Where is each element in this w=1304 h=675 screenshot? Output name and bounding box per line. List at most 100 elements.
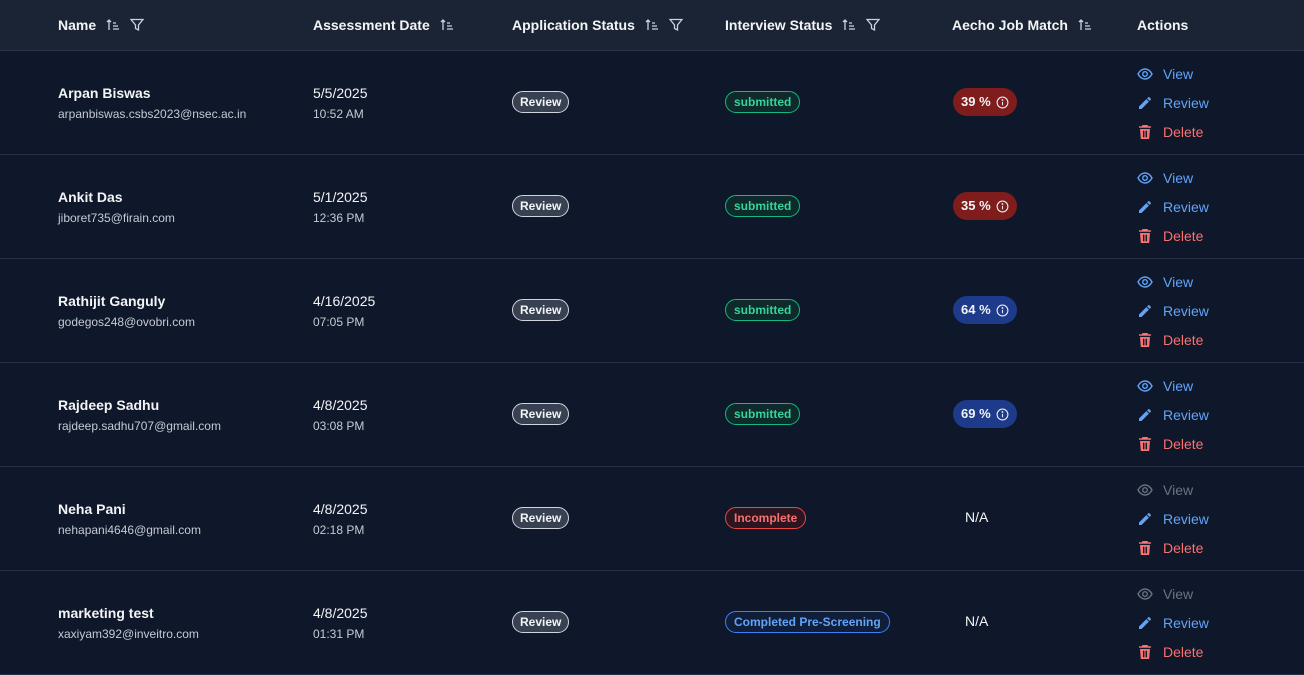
assessment-date-cell: 4/8/2025 03:08 PM xyxy=(313,396,368,434)
column-label: Actions xyxy=(1137,17,1189,33)
job-match-na: N/A xyxy=(965,613,989,629)
info-icon[interactable] xyxy=(996,200,1009,213)
sort-ascending-icon[interactable] xyxy=(106,18,120,32)
trash-icon xyxy=(1139,124,1151,139)
review-button[interactable]: Review xyxy=(1137,608,1209,637)
application-status-badge[interactable]: Review xyxy=(512,91,570,113)
job-match-cell: 64 % xyxy=(953,296,1017,324)
application-status-badge[interactable]: Review xyxy=(512,299,570,321)
view-button[interactable]: View xyxy=(1137,163,1209,192)
interview-status-badge: Completed Pre-Screening xyxy=(725,611,890,633)
job-match-badge[interactable]: 64 % xyxy=(953,296,1017,324)
assessment-date: 4/8/2025 xyxy=(313,501,368,517)
eye-icon xyxy=(1137,275,1153,288)
delete-button[interactable]: Delete xyxy=(1137,325,1209,354)
trash-icon xyxy=(1139,436,1151,451)
job-match-badge[interactable]: 39 % xyxy=(953,88,1017,116)
sort-ascending-icon[interactable] xyxy=(645,18,659,32)
table-row: Ankit Das jiboret735@firain.com 5/1/2025… xyxy=(0,155,1304,259)
assessment-date-cell: 4/16/2025 07:05 PM xyxy=(313,292,375,330)
view-label: View xyxy=(1163,481,1194,498)
candidate-cell: Rajdeep Sadhu rajdeep.sadhu707@gmail.com xyxy=(58,396,221,434)
column-label: Name xyxy=(58,17,97,33)
candidate-name: Rathijit Ganguly xyxy=(58,293,166,309)
table-row: marketing test xaxiyam392@inveitro.com 4… xyxy=(0,571,1304,675)
column-header-application-status: Application Status xyxy=(512,0,683,50)
review-label: Review xyxy=(1163,302,1209,319)
trash-icon xyxy=(1139,228,1151,243)
view-label: View xyxy=(1163,377,1194,394)
application-status-badge[interactable]: Review xyxy=(512,195,570,217)
job-match-cell: 69 % xyxy=(953,400,1017,428)
delete-button[interactable]: Delete xyxy=(1137,637,1209,666)
review-label: Review xyxy=(1163,614,1209,631)
application-status-cell: Review xyxy=(512,299,570,321)
interview-status-badge: submitted xyxy=(725,91,801,113)
application-status-cell: Review xyxy=(512,195,570,217)
sort-ascending-icon[interactable] xyxy=(440,18,454,32)
sort-ascending-icon[interactable] xyxy=(842,18,856,32)
view-button[interactable]: View xyxy=(1137,475,1209,504)
candidate-name: Rajdeep Sadhu xyxy=(58,397,160,413)
interview-status-badge: Incomplete xyxy=(725,507,807,529)
column-header-assessment-date: Assessment Date xyxy=(313,0,454,50)
column-header-name: Name xyxy=(58,0,145,50)
application-status-cell: Review xyxy=(512,91,570,113)
application-status-badge[interactable]: Review xyxy=(512,611,570,633)
delete-button[interactable]: Delete xyxy=(1137,221,1209,250)
view-label: View xyxy=(1163,65,1194,82)
column-label: Interview Status xyxy=(725,17,833,33)
application-status-badge[interactable]: Review xyxy=(512,507,570,529)
view-button[interactable]: View xyxy=(1137,267,1209,296)
eye-icon xyxy=(1137,171,1153,184)
actions-cell: View Review Delete xyxy=(1137,267,1209,354)
review-button[interactable]: Review xyxy=(1137,504,1209,533)
pencil-icon xyxy=(1139,408,1152,421)
assessment-time: 02:18 PM xyxy=(313,523,365,537)
view-button[interactable]: View xyxy=(1137,371,1209,400)
delete-label: Delete xyxy=(1163,435,1204,452)
review-button[interactable]: Review xyxy=(1137,192,1209,221)
job-match-cell: N/A xyxy=(965,613,988,631)
info-icon[interactable] xyxy=(996,408,1009,421)
delete-button[interactable]: Delete xyxy=(1137,533,1209,562)
job-match-value: 69 % xyxy=(961,406,991,421)
view-label: View xyxy=(1163,585,1194,602)
sort-ascending-icon[interactable] xyxy=(1078,18,1092,32)
delete-label: Delete xyxy=(1163,227,1204,244)
table-row: Rajdeep Sadhu rajdeep.sadhu707@gmail.com… xyxy=(0,363,1304,467)
job-match-value: 35 % xyxy=(961,198,991,213)
delete-label: Delete xyxy=(1163,539,1204,556)
review-button[interactable]: Review xyxy=(1137,400,1209,429)
column-label: Aecho Job Match xyxy=(952,17,1068,33)
view-button[interactable]: View xyxy=(1137,579,1209,608)
candidate-cell: Neha Pani nehapani4646@gmail.com xyxy=(58,500,201,538)
interview-status-cell: submitted xyxy=(725,403,801,425)
eye-icon xyxy=(1137,587,1153,600)
review-button[interactable]: Review xyxy=(1137,296,1209,325)
info-icon[interactable] xyxy=(996,96,1009,109)
job-match-value: 64 % xyxy=(961,302,991,317)
job-match-badge[interactable]: 69 % xyxy=(953,400,1017,428)
filter-icon[interactable] xyxy=(130,18,145,32)
delete-button[interactable]: Delete xyxy=(1137,117,1209,146)
column-header-actions: Actions xyxy=(1137,0,1188,50)
candidates-table: Name Assessment Date Application Status xyxy=(0,0,1304,675)
info-icon[interactable] xyxy=(996,304,1009,317)
candidate-name: Ankit Das xyxy=(58,189,123,205)
candidate-name: Arpan Biswas xyxy=(58,85,151,101)
job-match-badge[interactable]: 35 % xyxy=(953,192,1017,220)
filter-icon[interactable] xyxy=(668,18,683,32)
actions-cell: View Review Delete xyxy=(1137,371,1209,458)
pencil-icon xyxy=(1139,200,1152,213)
application-status-badge[interactable]: Review xyxy=(512,403,570,425)
review-button[interactable]: Review xyxy=(1137,88,1209,117)
interview-status-badge: submitted xyxy=(725,299,801,321)
pencil-icon xyxy=(1139,96,1152,109)
filter-icon[interactable] xyxy=(866,18,881,32)
review-label: Review xyxy=(1163,198,1209,215)
view-button[interactable]: View xyxy=(1137,59,1209,88)
interview-status-badge: submitted xyxy=(725,195,801,217)
delete-button[interactable]: Delete xyxy=(1137,429,1209,458)
assessment-date-cell: 5/5/2025 10:52 AM xyxy=(313,84,368,122)
